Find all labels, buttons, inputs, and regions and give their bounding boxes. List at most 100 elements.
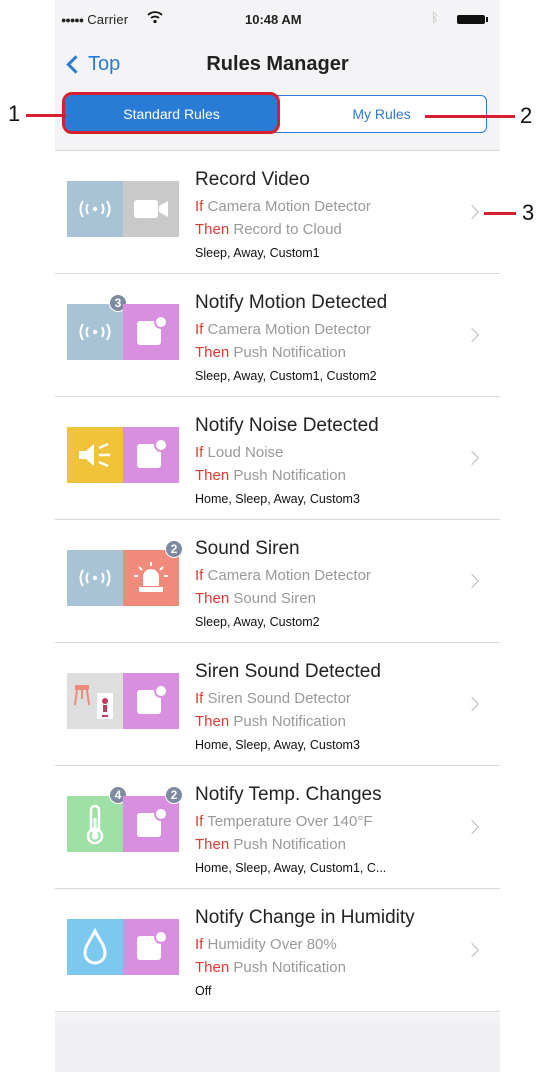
chevron-right-icon: [464, 327, 480, 343]
condition-text: Camera Motion Detector: [207, 321, 371, 338]
annotation-3-line: [484, 212, 516, 215]
count-badge: 2: [165, 786, 183, 804]
tab-my-rules[interactable]: My Rules: [277, 96, 486, 131]
rule-condition: If Loud Noise: [195, 444, 283, 461]
rule-condition: If Camera Motion Detector: [195, 567, 371, 584]
then-keyword: Then: [195, 344, 230, 361]
rules-segmented-control: Standard Rules My Rules: [65, 95, 487, 133]
chevron-right-icon: [464, 942, 480, 958]
rule-modes: Home, Sleep, Away, Custom3: [195, 492, 360, 506]
rule-title: Notify Motion Detected: [195, 292, 388, 313]
rule-row-sound-siren[interactable]: 2 Sound Siren If Camera Motion Detector …: [55, 520, 500, 643]
siren-detector-icon: [67, 673, 123, 729]
humidity-drop-icon: [67, 919, 123, 975]
motion-sensor-icon: [67, 181, 123, 237]
action-text: Push Notification: [233, 344, 346, 361]
condition-text: Siren Sound Detector: [207, 690, 351, 707]
push-notification-icon: [123, 427, 179, 483]
then-keyword: Then: [195, 959, 230, 976]
rule-action: Then Sound Siren: [195, 590, 316, 607]
rule-row-record-video[interactable]: Record Video If Camera Motion Detector T…: [55, 151, 500, 274]
rule-title: Notify Temp. Changes: [195, 784, 382, 805]
if-keyword: If: [195, 444, 204, 461]
loud-noise-icon: [67, 427, 123, 483]
rule-icons: [67, 673, 179, 729]
then-keyword: Then: [195, 467, 230, 484]
rule-icons: 4 2: [67, 786, 183, 852]
rule-title: Record Video: [195, 169, 310, 190]
action-text: Record to Cloud: [233, 221, 342, 238]
if-keyword: If: [195, 198, 204, 215]
page-title: Rules Manager: [206, 53, 349, 75]
rule-condition: If Temperature Over 140°F: [195, 813, 372, 830]
condition-text: Camera Motion Detector: [207, 567, 371, 584]
rule-condition: If Camera Motion Detector: [195, 198, 371, 215]
rules-list: Record Video If Camera Motion Detector T…: [55, 150, 500, 1012]
rule-modes: Home, Sleep, Away, Custom3: [195, 738, 360, 752]
rule-icons: [67, 427, 179, 483]
phone-screen: ●●●●● Carrier 10:48 AM ᛒ Top Rules Manage…: [55, 0, 500, 1072]
rule-title: Notify Change in Humidity: [195, 907, 415, 928]
then-keyword: Then: [195, 221, 230, 238]
action-text: Push Notification: [233, 836, 346, 853]
rule-condition: If Camera Motion Detector: [195, 321, 371, 338]
carrier-text: Carrier: [87, 12, 129, 27]
count-badge: 2: [165, 540, 183, 558]
rule-icons: [67, 181, 179, 237]
annotation-1: 1: [8, 101, 21, 126]
clock: 10:48 AM: [245, 12, 302, 27]
then-keyword: Then: [195, 590, 230, 607]
rule-action: Then Record to Cloud: [195, 221, 342, 238]
rule-action: Then Push Notification: [195, 467, 346, 484]
tab-standard-rules[interactable]: Standard Rules: [66, 96, 277, 131]
motion-sensor-icon: [67, 550, 123, 606]
action-text: Push Notification: [233, 959, 346, 976]
push-notification-icon: [123, 304, 179, 360]
rule-row-notify-humidity[interactable]: Notify Change in Humidity If Humidity Ov…: [55, 889, 500, 1012]
rule-action: Then Push Notification: [195, 959, 346, 976]
then-keyword: Then: [195, 836, 230, 853]
condition-text: Temperature Over 140°F: [207, 813, 373, 830]
if-keyword: If: [195, 690, 204, 707]
rule-row-siren-detected[interactable]: Siren Sound Detected If Siren Sound Dete…: [55, 643, 500, 766]
condition-text: Humidity Over 80%: [207, 936, 337, 953]
annotation-2-line: [425, 115, 515, 118]
if-keyword: If: [195, 813, 204, 830]
video-camera-icon: [123, 181, 179, 237]
siren-icon: [123, 550, 179, 606]
action-text: Push Notification: [233, 467, 346, 484]
motion-sensor-icon: [67, 304, 123, 360]
rule-action: Then Push Notification: [195, 836, 346, 853]
rule-title: Sound Siren: [195, 538, 300, 559]
navigation-bar: Top Rules Manager: [55, 40, 500, 90]
rule-condition: If Humidity Over 80%: [195, 936, 337, 953]
thermometer-icon: [67, 796, 123, 852]
status-bar: ●●●●● Carrier 10:48 AM ᛒ: [55, 0, 500, 40]
rule-condition: If Siren Sound Detector: [195, 690, 351, 707]
rule-row-notify-noise[interactable]: Notify Noise Detected If Loud Noise Then…: [55, 397, 500, 520]
signal-icon: ●●●●●: [61, 15, 84, 25]
rule-row-notify-motion[interactable]: 3 Notify Motion Detected If Camera Motio…: [55, 274, 500, 397]
then-keyword: Then: [195, 713, 230, 730]
chevron-right-icon: [464, 696, 480, 712]
chevron-right-icon: [464, 450, 480, 466]
push-notification-icon: [123, 796, 179, 852]
rule-modes: Home, Sleep, Away, Custom1, C...: [195, 861, 387, 875]
bluetooth-icon: ᛒ: [431, 10, 439, 25]
annotation-3: 3: [522, 200, 535, 225]
chevron-right-icon: [464, 204, 480, 220]
if-keyword: If: [195, 567, 204, 584]
battery-icon: [457, 15, 488, 24]
rule-row-notify-temp[interactable]: 4 2 Notify Temp. Changes If Temperature …: [55, 766, 500, 889]
rule-modes: Sleep, Away, Custom2: [195, 615, 320, 629]
if-keyword: If: [195, 936, 204, 953]
annotation-2: 2: [520, 103, 533, 128]
wifi-icon: [147, 10, 163, 27]
rule-icons: 3: [67, 294, 179, 360]
action-text: Push Notification: [233, 713, 346, 730]
chevron-right-icon: [464, 573, 480, 589]
rule-action: Then Push Notification: [195, 713, 346, 730]
condition-text: Camera Motion Detector: [207, 198, 371, 215]
rule-modes: Sleep, Away, Custom1: [195, 246, 320, 260]
list-footer: [55, 1023, 500, 1072]
